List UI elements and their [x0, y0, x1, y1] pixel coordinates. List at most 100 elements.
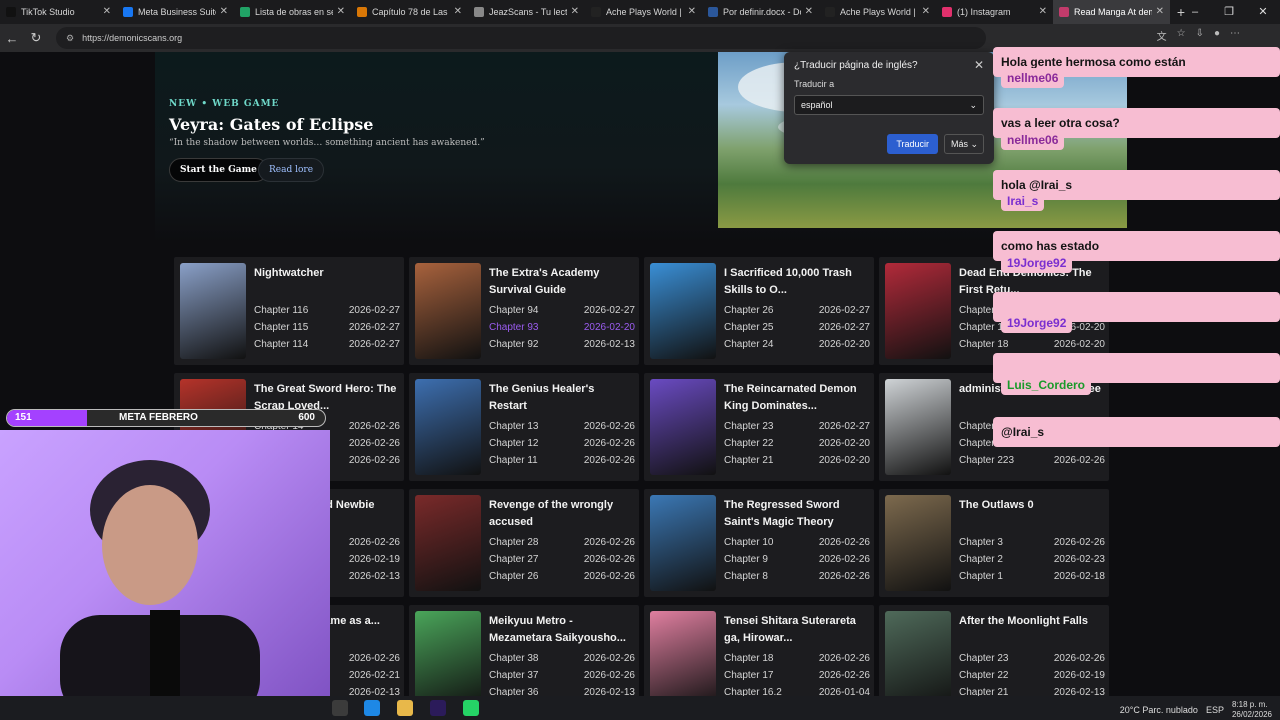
chapter-row[interactable]: Chapter 26 2026-02-26 — [489, 571, 635, 588]
chapter-row[interactable]: Chapter 23 2026-02-27 — [724, 421, 870, 438]
clock[interactable]: 8:18 p. m. 26/02/2026 — [1232, 700, 1272, 720]
chapter-row[interactable]: Chapter 17 2026-02-26 — [724, 670, 870, 687]
tab-close-icon[interactable]: ✕ — [337, 6, 345, 17]
manga-title[interactable]: The Extra's Academy Survival Guide — [489, 265, 635, 299]
manga-card[interactable]: Revenge of the wrongly accused Chapter 28… — [409, 489, 639, 597]
browser-tab[interactable]: Meta Business Suite ✕ — [117, 0, 234, 24]
minimize-icon[interactable]: – — [1178, 0, 1212, 24]
browser-tab[interactable]: TikTok Studio ✕ — [0, 0, 117, 24]
browser-tab[interactable]: Read Manga At dem ✕ — [1053, 0, 1170, 24]
chapter-row[interactable]: Chapter 92 2026-02-13 — [489, 339, 635, 356]
chapter-row[interactable]: Chapter 23 2026-02-26 — [959, 653, 1105, 670]
weather-text[interactable]: 20°C Parc. nublado — [1120, 705, 1198, 715]
premiere-icon[interactable] — [430, 700, 446, 716]
more-button[interactable]: Más ⌄ — [944, 134, 984, 154]
manga-title[interactable]: Nightwatcher — [254, 265, 400, 299]
manga-card[interactable]: The Genius Healer's Restart Chapter 13 202… — [409, 373, 639, 481]
manga-card[interactable]: Tensei Shitara Suterareta ga, Hirowar...… — [644, 605, 874, 696]
manga-cover[interactable] — [415, 611, 481, 696]
manga-card[interactable]: The Extra's Academy Survival Guide Chapte… — [409, 257, 639, 365]
app-icon[interactable] — [332, 700, 348, 716]
chapter-row[interactable]: Chapter 11 2026-02-26 — [489, 455, 635, 472]
manga-card[interactable]: The Outlaws 0 Chapter 3 2026-02-26 Chapter … — [879, 489, 1109, 597]
manga-title[interactable]: The Genius Healer's Restart — [489, 381, 635, 415]
chapter-row[interactable]: Chapter 26 2026-02-27 — [724, 305, 870, 322]
tab-close-icon[interactable]: ✕ — [103, 6, 111, 17]
tab-close-icon[interactable]: ✕ — [454, 6, 462, 17]
chapter-row[interactable]: Chapter 13 2026-02-26 — [489, 421, 635, 438]
manga-card[interactable]: I Sacrificed 10,000 Trash Skills to O...… — [644, 257, 874, 365]
chapter-row[interactable]: Chapter 1 2026-02-18 — [959, 571, 1105, 588]
manga-cover[interactable] — [885, 263, 951, 359]
manga-title[interactable]: The Outlaws 0 — [959, 497, 1105, 531]
manga-card[interactable]: The Regressed Sword Saint's Magic Theory… — [644, 489, 874, 597]
tab-close-icon[interactable]: ✕ — [220, 6, 228, 17]
browser-tab[interactable]: JeazScans - Tu lector ✕ — [468, 0, 585, 24]
folder-icon[interactable] — [397, 700, 413, 716]
browser-tab[interactable]: Lista de obras en seg ✕ — [234, 0, 351, 24]
manga-cover[interactable] — [415, 495, 481, 591]
chapter-row[interactable]: Chapter 3 2026-02-26 — [959, 537, 1105, 554]
manga-cover[interactable] — [650, 495, 716, 591]
tab-close-icon[interactable]: ✕ — [922, 6, 930, 17]
manga-cover[interactable] — [415, 263, 481, 359]
read-lore-button[interactable]: Read lore — [258, 158, 325, 182]
language-select[interactable]: español ⌄ — [794, 95, 984, 115]
chapter-row[interactable]: Chapter 9 2026-02-26 — [724, 554, 870, 571]
manga-cover[interactable] — [885, 611, 951, 696]
chapter-row[interactable]: Chapter 36 2026-02-13 — [489, 687, 635, 696]
browser-tab[interactable]: Por definir.docx - Do ✕ — [702, 0, 819, 24]
maximize-icon[interactable]: ❐ — [1212, 0, 1246, 24]
tab-close-icon[interactable]: ✕ — [688, 6, 696, 17]
browser-tab[interactable]: (1) Instagram ✕ — [936, 0, 1053, 24]
manga-title[interactable]: I Sacrificed 10,000 Trash Skills to O... — [724, 265, 870, 299]
manga-title[interactable]: Tensei Shitara Suterareta ga, Hirowar... — [724, 613, 870, 647]
chapter-row[interactable]: Chapter 114 2026-02-27 — [254, 339, 400, 356]
chapter-row[interactable]: Chapter 2 2026-02-23 — [959, 554, 1105, 571]
translate-button[interactable]: Traducir — [887, 134, 938, 154]
manga-cover[interactable] — [885, 379, 951, 475]
tab-close-icon[interactable]: ✕ — [1039, 6, 1047, 17]
manga-cover[interactable] — [650, 379, 716, 475]
manga-title[interactable]: Meikyuu Metro - Mezametara Saikyousho... — [489, 613, 635, 647]
chapter-row[interactable]: Chapter 21 2026-02-20 — [724, 455, 870, 472]
manga-cover[interactable] — [180, 263, 246, 359]
reload-icon[interactable]: ↻ — [24, 30, 48, 46]
back-icon[interactable]: ← — [0, 31, 24, 46]
tab-close-icon[interactable]: ✕ — [805, 6, 813, 17]
manga-card[interactable]: After the Moonlight Falls Chapter 23 2026-… — [879, 605, 1109, 696]
manga-cover[interactable] — [650, 263, 716, 359]
manga-card[interactable]: The Reincarnated Demon King Dominates...… — [644, 373, 874, 481]
chapter-row[interactable]: Chapter 21 2026-02-13 — [959, 687, 1105, 696]
manga-title[interactable]: The Regressed Sword Saint's Magic Theory — [724, 497, 870, 531]
chapter-row[interactable]: Chapter 37 2026-02-26 — [489, 670, 635, 687]
chapter-row[interactable]: Chapter 24 2026-02-20 — [724, 339, 870, 356]
chapter-row[interactable]: Chapter 223 2026-02-26 — [959, 455, 1105, 472]
chapter-row[interactable]: Chapter 10 2026-02-26 — [724, 537, 870, 554]
chapter-row[interactable]: Chapter 25 2026-02-27 — [724, 322, 870, 339]
chapter-row[interactable]: Chapter 27 2026-02-26 — [489, 554, 635, 571]
tab-close-icon[interactable]: ✕ — [1156, 6, 1164, 17]
chapter-row[interactable]: Chapter 116 2026-02-27 — [254, 305, 400, 322]
whatsapp-icon[interactable] — [463, 700, 479, 716]
site-info-icon[interactable]: ⚙ — [66, 33, 74, 44]
manga-card[interactable]: Meikyuu Metro - Mezametara Saikyousho...… — [409, 605, 639, 696]
manga-cover[interactable] — [885, 495, 951, 591]
tab-close-icon[interactable]: ✕ — [571, 6, 579, 17]
url-field[interactable]: ⚙ https://demonicscans.org — [56, 27, 986, 49]
lang-indicator[interactable]: ESP — [1206, 705, 1224, 715]
close-icon[interactable]: ✕ — [974, 58, 984, 72]
manga-cover[interactable] — [650, 611, 716, 696]
manga-cover[interactable] — [415, 379, 481, 475]
browser-tab[interactable]: Ache Plays World | V ✕ — [585, 0, 702, 24]
manga-title[interactable]: Revenge of the wrongly accused — [489, 497, 635, 531]
chapter-row[interactable]: Chapter 38 2026-02-26 — [489, 653, 635, 670]
chapter-row[interactable]: Chapter 28 2026-02-26 — [489, 537, 635, 554]
chapter-row[interactable]: Chapter 12 2026-02-26 — [489, 438, 635, 455]
chapter-row[interactable]: Chapter 22 2026-02-20 — [724, 438, 870, 455]
chapter-row[interactable]: Chapter 22 2026-02-19 — [959, 670, 1105, 687]
manga-card[interactable]: Nightwatcher Chapter 116 2026-02-27 Chapter… — [174, 257, 404, 365]
close-window-icon[interactable]: ✕ — [1246, 0, 1280, 24]
chapter-row[interactable]: Chapter 18 2026-02-26 — [724, 653, 870, 670]
manga-title[interactable]: The Reincarnated Demon King Dominates... — [724, 381, 870, 415]
